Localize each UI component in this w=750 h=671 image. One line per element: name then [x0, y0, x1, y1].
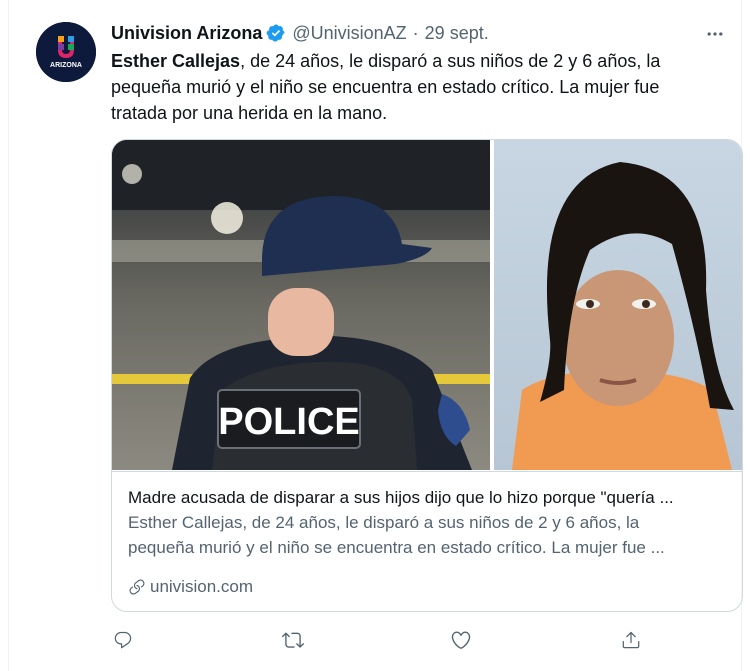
card-domain[interactable]: univision.com: [128, 575, 253, 599]
retweet-icon[interactable]: [281, 628, 305, 652]
card-description-line-2: pequeña murió y el niño se encuentra en …: [128, 538, 665, 557]
tweet-date[interactable]: 29 sept.: [425, 23, 489, 44]
card-title[interactable]: Madre acusada de disparar a sus hijos di…: [128, 486, 728, 510]
separator: ·: [412, 22, 419, 43]
card-image[interactable]: POLICE: [112, 140, 742, 470]
avatar-label: ARIZONA: [50, 62, 82, 69]
author-handle[interactable]: @UnivisionAZ: [292, 23, 406, 44]
card-domain-text[interactable]: univision.com: [150, 575, 253, 599]
tweet[interactable]: ARIZONA Univision Arizona @UnivisionAZ ·…: [8, 0, 743, 671]
card-image-label: POLICE: [218, 401, 359, 443]
author-name[interactable]: Univision Arizona: [111, 23, 262, 44]
card-info[interactable]: Madre acusada de disparar a sus hijos di…: [112, 471, 742, 611]
link-icon: [128, 578, 146, 596]
verified-badge-icon: [266, 23, 286, 43]
card-description-line-1: Esther Callejas, de 24 años, le disparó …: [128, 513, 640, 532]
link-card[interactable]: POLICE Madre acusada de disparar a sus h…: [111, 139, 743, 612]
reply-icon[interactable]: [111, 628, 135, 652]
share-icon[interactable]: [619, 628, 643, 652]
tweet-header: Univision Arizona @UnivisionAZ · 29 sept…: [111, 22, 489, 44]
tweet-text-bold: Esther Callejas: [111, 51, 241, 71]
like-icon[interactable]: [449, 628, 473, 652]
action-bar: [111, 628, 651, 652]
card-description: Esther Callejas, de 24 años, le disparó …: [128, 510, 728, 560]
tweet-text: Esther Callejas, de 24 años, le disparó …: [111, 48, 711, 126]
more-icon[interactable]: [703, 22, 727, 46]
avatar[interactable]: ARIZONA: [36, 22, 96, 82]
